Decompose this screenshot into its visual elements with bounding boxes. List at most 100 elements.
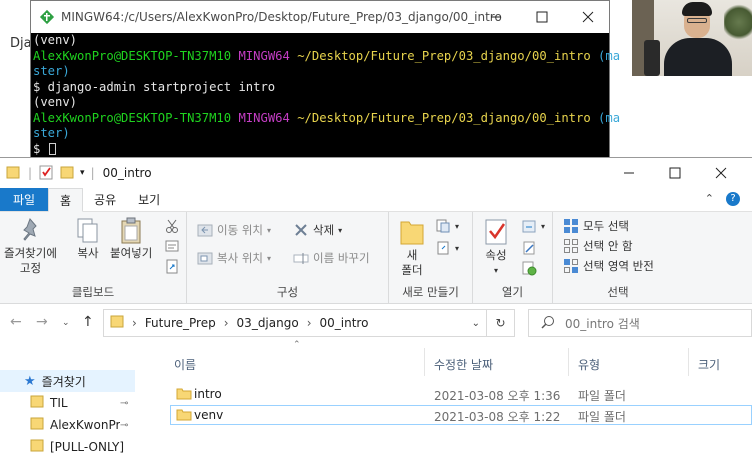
forward-arrow-icon[interactable]: →	[36, 314, 48, 330]
nav-item-alexkwonpro[interactable]: AlexKwonPro ⊸	[0, 414, 140, 436]
column-header-modified[interactable]: 수정한 날짜	[434, 356, 493, 373]
tab-share[interactable]: 공유	[83, 188, 127, 211]
explorer-titlebar[interactable]: | ▾ | 00_intro	[0, 158, 752, 188]
move-to-button[interactable]: 이동 위치 ▾	[197, 222, 271, 238]
quick-access-dropdown-icon[interactable]: ▾	[80, 168, 85, 178]
maximize-button[interactable]	[652, 158, 698, 188]
properties-icon	[485, 219, 507, 245]
history-icon	[521, 260, 537, 276]
background-text: Dja	[10, 36, 32, 51]
terminal-branch: (ma	[598, 48, 621, 63]
paste-button[interactable]: 붙여넣기	[110, 216, 152, 261]
open-icon	[521, 218, 537, 234]
select-none-button[interactable]: 선택 안 함	[563, 238, 633, 254]
paste-label: 붙여넣기	[110, 246, 153, 260]
address-row: ← → ⌄ ↑ › Future_Prep › 03_django › 00_i…	[0, 304, 752, 342]
rename-button[interactable]: 이름 바꾸기	[293, 250, 370, 266]
file-type: 파일 폴더	[578, 389, 626, 403]
properties-check-icon[interactable]	[38, 164, 54, 183]
open-button[interactable]: ▾	[521, 218, 545, 234]
close-icon	[715, 167, 727, 179]
column-header-type[interactable]: 유형	[578, 356, 600, 373]
breadcrumb-separator-icon: ›	[306, 316, 312, 330]
terminal-titlebar[interactable]: MINGW64:/c/Users/AlexKwonPro/Desktop/Fut…	[31, 1, 609, 33]
nav-item-til[interactable]: TIL ⊸	[0, 392, 140, 414]
easy-access-icon	[435, 240, 451, 256]
easy-access-button[interactable]: ▾	[435, 240, 459, 256]
nav-item-pull-only[interactable]: [PULL-ONLY]	[0, 436, 140, 458]
file-list[interactable]: ⌃ 이름 수정한 날짜 유형 크기 intro 2021-03-08 오후 1:…	[162, 340, 752, 455]
file-row-intro[interactable]: intro 2021-03-08 오후 1:36 파일 폴더	[170, 384, 752, 404]
terminal-user: AlexKwonPro@DESKTOP-TN37M10	[33, 48, 232, 63]
history-button[interactable]	[521, 260, 541, 276]
terminal-branch: (ma	[598, 110, 621, 125]
address-dropdown-icon[interactable]: ⌄	[472, 318, 480, 329]
terminal-path: ~/Desktop/Future_Prep/03_django/00_intro	[297, 110, 591, 125]
new-group: 새 폴더 ▾ ▾ 새로 만들기	[389, 212, 473, 304]
new-folder-quick-icon[interactable]	[60, 165, 74, 182]
select-group-label: 선택	[607, 285, 629, 299]
move-to-icon	[197, 222, 213, 238]
star-icon: ★	[24, 373, 36, 389]
recent-locations-chevron-icon[interactable]: ⌄	[62, 318, 70, 328]
column-header-size[interactable]: 크기	[698, 356, 720, 373]
terminal-cursor[interactable]	[48, 142, 56, 155]
invert-selection-button[interactable]: 선택 영역 반전	[563, 258, 654, 274]
navigation-pane[interactable]: ★ 즐겨찾기 TIL ⊸ AlexKwonPro ⊸ [PULL-ONLY]	[0, 342, 140, 455]
folder-icon	[176, 408, 192, 424]
paste-shortcut-button[interactable]	[164, 258, 184, 274]
terminal-output[interactable]: (venv) AlexKwonPro@DESKTOP-TN37M10 MINGW…	[31, 33, 620, 157]
select-all-button[interactable]: 모두 선택	[563, 218, 629, 234]
pin-icon: ⊸	[120, 419, 129, 431]
properties-dropdown-icon[interactable]: ▾	[494, 263, 498, 278]
rename-icon	[293, 250, 309, 266]
git-bash-icon	[39, 9, 55, 25]
back-arrow-icon[interactable]: ←	[10, 314, 22, 330]
tab-view[interactable]: 보기	[127, 188, 171, 211]
minimize-button[interactable]	[606, 158, 652, 188]
breadcrumb-future-prep[interactable]: Future_Prep	[145, 316, 216, 330]
copy-label: 복사	[77, 246, 99, 260]
breadcrumb-separator-icon: ›	[132, 316, 137, 330]
open-group-label: 열기	[501, 285, 524, 299]
address-bar[interactable]: › Future_Prep › 03_django › 00_intro ⌄ ↻	[103, 309, 515, 337]
new-folder-button[interactable]: 새 폴더	[397, 216, 427, 278]
copy-button[interactable]: 복사	[74, 216, 102, 261]
close-button[interactable]	[698, 158, 744, 188]
maximize-button[interactable]	[519, 1, 565, 33]
breadcrumb-03-django[interactable]: 03_django	[237, 316, 299, 330]
terminal-command: $ django-admin startproject intro	[33, 79, 276, 94]
close-icon	[582, 11, 594, 23]
ribbon-collapse-icon[interactable]: ⌃	[705, 192, 714, 206]
tab-file[interactable]: 파일	[0, 188, 48, 211]
refresh-icon[interactable]: ↻	[486, 310, 514, 336]
search-box[interactable]: 00_intro 검색	[528, 309, 752, 337]
paste-shortcut-icon	[164, 258, 180, 274]
minimize-button[interactable]	[473, 1, 519, 33]
nav-quick-access[interactable]: ★ 즐겨찾기	[0, 370, 135, 392]
folder-icon	[176, 387, 192, 403]
edit-button[interactable]	[521, 240, 541, 256]
sort-chevron-icon: ⌃	[293, 340, 301, 350]
copy-to-button[interactable]: 복사 위치 ▾	[197, 250, 271, 266]
help-icon[interactable]: ?	[726, 192, 740, 206]
pin-to-quick-access-button[interactable]: 즐겨찾기에 고정	[4, 216, 57, 276]
new-item-button[interactable]: ▾	[435, 218, 459, 234]
minimize-icon	[491, 16, 501, 18]
file-explorer-window[interactable]: | ▾ | 00_intro 파일 홈 공유 보기 ⌃ ? 즐겨찾기에 고정 복…	[0, 157, 752, 455]
breadcrumb-00-intro[interactable]: 00_intro	[320, 316, 369, 330]
delete-button[interactable]: 삭제 ▾	[293, 222, 342, 238]
column-header-name[interactable]: 이름	[174, 356, 196, 373]
tab-home[interactable]: 홈	[48, 188, 84, 212]
nav-item-label: TIL	[50, 396, 68, 410]
pin-icon	[23, 218, 38, 241]
maximize-icon	[536, 11, 548, 23]
up-arrow-icon[interactable]: ↑	[82, 314, 94, 330]
cut-button[interactable]	[164, 218, 184, 234]
properties-button[interactable]: 속성 ▾	[481, 216, 511, 278]
close-button[interactable]	[565, 1, 611, 33]
terminal-window[interactable]: MINGW64:/c/Users/AlexKwonPro/Desktop/Fut…	[30, 0, 620, 158]
new-folder-label-2: 폴더	[401, 263, 423, 277]
copy-path-button[interactable]	[164, 238, 184, 254]
file-row-venv[interactable]: venv 2021-03-08 오후 1:22 파일 폴더	[170, 405, 752, 425]
